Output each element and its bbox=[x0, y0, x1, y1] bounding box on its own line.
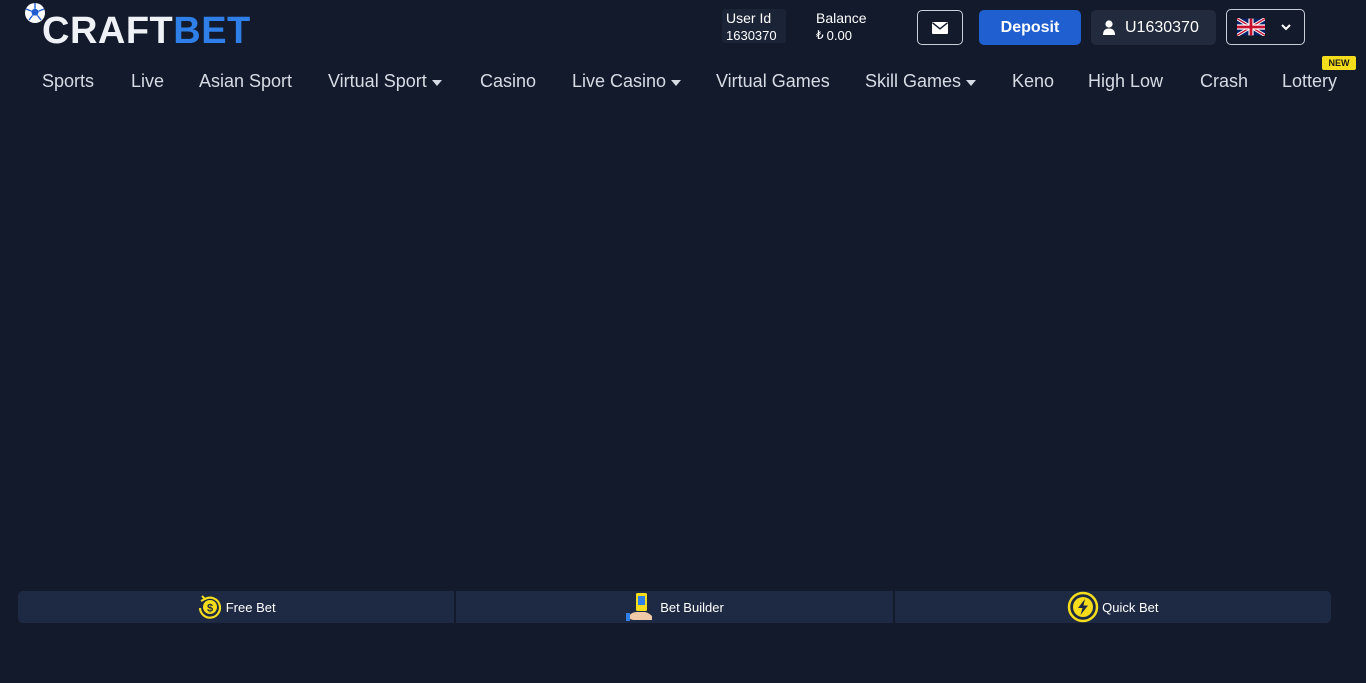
balance-value: 0.00 bbox=[826, 28, 852, 43]
nav-item-asian-sport[interactable]: Asian Sport bbox=[199, 71, 292, 92]
nav-item-virtual-sport[interactable]: Virtual Sport bbox=[328, 71, 442, 92]
caret-down-icon bbox=[966, 79, 977, 86]
nav-item-label: Sports bbox=[42, 71, 95, 91]
nav-item-label: Live Casino bbox=[572, 71, 667, 91]
caret-down-icon bbox=[431, 79, 442, 86]
nav-item-live[interactable]: Live bbox=[131, 71, 164, 92]
account-button[interactable]: U1630370 bbox=[1091, 10, 1216, 45]
nav-item-sports[interactable]: Sports bbox=[42, 71, 94, 92]
nav-item-label: High Low bbox=[1088, 71, 1164, 91]
free-bet-label: Free Bet bbox=[225, 599, 276, 615]
new-badge: NEW bbox=[1322, 56, 1356, 70]
free-bet-button[interactable]: $ Free Bet bbox=[18, 591, 454, 623]
nav-item-label: Keno bbox=[1012, 71, 1055, 91]
balance-amount: ₺ 0.00 bbox=[816, 27, 867, 44]
nav-item-keno[interactable]: Keno bbox=[1012, 71, 1054, 92]
uk-flag-icon bbox=[1237, 18, 1265, 36]
nav-item-label: Virtual Games bbox=[716, 71, 830, 91]
currency-icon: ₺ bbox=[816, 28, 824, 42]
quick-bet-label: Quick Bet bbox=[1102, 599, 1159, 615]
bet-builder-phone-icon bbox=[626, 593, 653, 621]
free-bet-coin-icon: $ bbox=[198, 595, 221, 619]
svg-text:$: $ bbox=[207, 603, 213, 615]
bet-builder-label: Bet Builder bbox=[660, 599, 724, 615]
nav-item-label: Live bbox=[131, 71, 165, 91]
nav-item-label: Crash bbox=[1200, 71, 1249, 91]
account-name: U1630370 bbox=[1125, 18, 1199, 36]
lightning-icon bbox=[1067, 591, 1099, 623]
nav-item-live-casino[interactable]: Live Casino bbox=[572, 71, 682, 92]
quick-actions-bar: $ Free Bet Bet Builder Quick Bet bbox=[18, 591, 1331, 623]
balance-label: Balance bbox=[816, 10, 867, 26]
nav-item-label: Casino bbox=[480, 71, 537, 91]
user-id-label: User Id bbox=[726, 10, 772, 26]
nav-item-label: Asian Sport bbox=[199, 71, 293, 91]
top-header: CRAFTBET User Id 1630370 Balance ₺ 0.00 … bbox=[0, 0, 1366, 56]
messages-button[interactable] bbox=[917, 10, 963, 45]
language-selector[interactable] bbox=[1226, 9, 1305, 45]
bet-builder-button[interactable]: Bet Builder bbox=[454, 591, 892, 623]
nav-item-skill-games[interactable]: Skill Games bbox=[865, 71, 977, 92]
nav-item-casino[interactable]: Casino bbox=[480, 71, 536, 92]
envelope-icon bbox=[932, 21, 948, 34]
nav-item-label: Skill Games bbox=[865, 71, 962, 91]
quick-bet-button[interactable]: Quick Bet bbox=[892, 591, 1331, 623]
nav-item-label: Lottery bbox=[1282, 71, 1338, 91]
deposit-button[interactable]: Deposit bbox=[979, 10, 1081, 45]
nav-item-lottery[interactable]: Lottery bbox=[1282, 71, 1337, 92]
user-icon bbox=[1103, 20, 1115, 35]
nav-item-label: Virtual Sport bbox=[328, 71, 427, 91]
balance-box: Balance ₺ 0.00 bbox=[816, 10, 867, 44]
nav-item-crash[interactable]: Crash bbox=[1200, 71, 1248, 92]
user-id-value: 1630370 bbox=[726, 28, 777, 43]
chevron-down-icon bbox=[1281, 23, 1291, 30]
main-nav: Sports Live Asian Sport Virtual Sport Ca… bbox=[0, 62, 1366, 102]
nav-item-virtual-games[interactable]: Virtual Games bbox=[716, 71, 830, 92]
logo-text: CRAFTBET bbox=[42, 10, 251, 52]
caret-down-icon bbox=[671, 79, 682, 86]
nav-item-high-low[interactable]: High Low bbox=[1088, 71, 1163, 92]
user-id-box: User Id 1630370 bbox=[722, 9, 786, 43]
